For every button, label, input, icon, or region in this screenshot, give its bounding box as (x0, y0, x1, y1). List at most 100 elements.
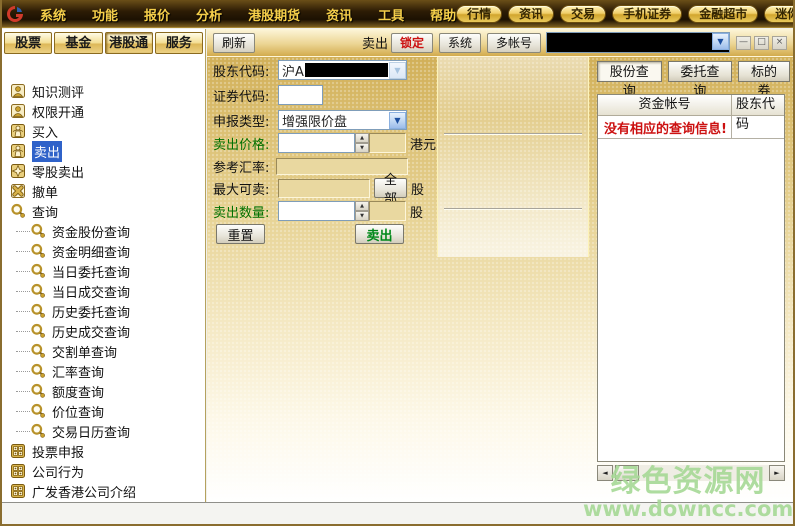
tree-connector (16, 351, 30, 352)
menu-item[interactable]: 系统 (40, 5, 66, 24)
sell-button[interactable]: 卖出 (355, 224, 404, 244)
child-restore-button[interactable]: □ (754, 36, 769, 50)
step-down-icon[interactable]: ▼ (355, 211, 369, 221)
magnifier-icon (30, 243, 46, 259)
tree-item[interactable]: 历史成交查询 (2, 321, 204, 341)
tree-item[interactable]: 权限开通 (2, 101, 204, 121)
sell-qty-label: 卖出数量: (213, 202, 275, 221)
horizontal-scrollbar[interactable]: ◄ ► (597, 465, 785, 481)
tree-item-label: 广发香港公司介绍 (32, 482, 136, 501)
quick-launch-button[interactable]: 金融超市 (688, 5, 758, 23)
security-code-label: 证券代码: (213, 86, 275, 105)
tree-item[interactable]: 资金明细查询 (2, 241, 204, 261)
tree-connector (16, 391, 30, 392)
child-minimize-button[interactable]: — (736, 36, 751, 50)
tree-item-label: 卖出 (32, 141, 62, 162)
menu-item[interactable]: 资讯 (326, 5, 352, 24)
tree-item[interactable]: 价位查询 (2, 401, 204, 421)
tree-item[interactable]: 广发香港公司介绍 (2, 481, 204, 501)
security-code-row: 证券代码: (213, 85, 323, 105)
magnifier-icon (30, 363, 46, 379)
tree-item-label: 交割单查询 (52, 342, 117, 361)
chevron-down-icon[interactable]: ▼ (712, 33, 729, 50)
query-tab-button[interactable]: 委托查询 (668, 61, 733, 82)
tree-item[interactable]: 资金股份查询 (2, 221, 204, 241)
sell-qty-stepper[interactable]: ▲ ▼ (355, 201, 369, 221)
tree-item[interactable]: 汇率查询 (2, 361, 204, 381)
system-button[interactable]: 系统 (439, 33, 481, 53)
quick-launch-button[interactable]: 资讯 (508, 5, 554, 23)
menu-item[interactable]: 帮助 (430, 5, 456, 24)
sell-qty-input[interactable] (278, 201, 355, 221)
order-type-select[interactable]: 增强限价盘 ▼ (278, 110, 407, 130)
tree-item[interactable]: 当日成交查询 (2, 281, 204, 301)
security-code-input[interactable] (278, 85, 323, 105)
step-up-icon[interactable]: ▲ (355, 133, 369, 143)
scrollbar-thumb[interactable] (615, 465, 639, 481)
child-window-controls: — □ × (736, 36, 787, 50)
child-close-button[interactable]: × (772, 36, 787, 50)
chevron-down-icon[interactable]: ▼ (389, 112, 406, 129)
tree-connector (16, 331, 30, 332)
person-icon (10, 103, 26, 119)
query-tab-button[interactable]: 标的券 (738, 61, 790, 82)
reset-button[interactable]: 重置 (216, 224, 265, 244)
sell-price-stepper[interactable]: ▲ ▼ (355, 133, 369, 153)
main-panel: 刷新 卖出 锁定 系统 多帐号 ▼ — □ × 股东代码: 沪A (207, 29, 793, 503)
menubar: 系统 功能 报价 分析 港股期货 资讯 工具 帮助 (40, 5, 456, 24)
trade-toolbar: 刷新 卖出 锁定 系统 多帐号 ▼ — □ × (207, 29, 793, 57)
menu-item[interactable]: 分析 (196, 5, 222, 24)
menu-item[interactable]: 工具 (378, 5, 404, 24)
max-sellable-display (278, 179, 370, 198)
query-tab-button[interactable]: 股份查询 (597, 61, 662, 82)
tree-item[interactable]: 知识测评 (2, 81, 204, 101)
all-button[interactable]: 全部 (374, 178, 407, 198)
tree-item[interactable]: 额度查询 (2, 381, 204, 401)
tree-item[interactable]: 交易日历查询 (2, 421, 204, 441)
tree-item[interactable]: 公司行为 (2, 461, 204, 481)
sell-qty-row: 卖出数量: ▲ ▼ 股 (213, 201, 423, 221)
sell-price-input[interactable] (278, 133, 355, 153)
tree-item[interactable]: 查询 (2, 201, 204, 221)
chevron-down-icon[interactable]: ▼ (389, 62, 406, 79)
refresh-button[interactable]: 刷新 (213, 33, 255, 53)
tree-item[interactable]: 历史委托查询 (2, 301, 204, 321)
status-bar (0, 502, 795, 526)
holder-code-select[interactable]: 沪A ▼ (278, 60, 407, 80)
tree-item[interactable]: 卖出 (2, 141, 204, 161)
sidebar-tab[interactable]: 服务 (155, 32, 203, 54)
quick-launch-button[interactable]: 行情 (456, 5, 502, 23)
magnifier-icon (30, 343, 46, 359)
step-up-icon[interactable]: ▲ (355, 201, 369, 211)
column-header-fund-account[interactable]: 资金帐号 (598, 95, 732, 115)
tree-item-label: 撤单 (32, 182, 58, 201)
tree-item[interactable]: 撤单 (2, 181, 204, 201)
query-panel: 股份查询委托查询标的券 资金帐号 股东代码 没有相应的查询信息! ◄ ► (592, 57, 790, 503)
sidebar-tab[interactable]: 基金 (54, 32, 102, 54)
scroll-right-icon[interactable]: ► (769, 465, 785, 481)
multi-account-button[interactable]: 多帐号 (487, 33, 541, 53)
scroll-left-icon[interactable]: ◄ (597, 465, 613, 481)
menu-item[interactable]: 功能 (92, 5, 118, 24)
tree-item[interactable]: 买入 (2, 121, 204, 141)
tree-item[interactable]: 当日委托查询 (2, 261, 204, 281)
quick-launch-button[interactable]: 迷你首页 (764, 5, 795, 23)
tree-item-label: 价位查询 (52, 402, 104, 421)
quick-launch-button[interactable]: 交易 (560, 5, 606, 23)
divider (444, 208, 582, 210)
sidebar-tab[interactable]: 股票 (4, 32, 52, 54)
quick-launch-button[interactable]: 手机证券 (612, 5, 682, 23)
step-down-icon[interactable]: ▼ (355, 143, 369, 153)
tree-item[interactable]: 交割单查询 (2, 341, 204, 361)
sell-price-row: 卖出价格: ▲ ▼ 港元 (213, 133, 436, 153)
tree-item[interactable]: 投票申报 (2, 441, 204, 461)
account-select[interactable]: ▼ (546, 32, 730, 53)
menu-item[interactable]: 报价 (144, 5, 170, 24)
menu-item[interactable]: 港股期货 (248, 5, 300, 24)
sidebar-tab[interactable]: 港股通 (105, 32, 153, 54)
tree-item[interactable]: 零股卖出 (2, 161, 204, 181)
holder-code-prefix: 沪A (279, 61, 304, 80)
column-header-holder-code[interactable]: 股东代码 (732, 95, 784, 115)
scrollbar-track[interactable] (639, 465, 769, 481)
tree-connector (16, 311, 30, 312)
